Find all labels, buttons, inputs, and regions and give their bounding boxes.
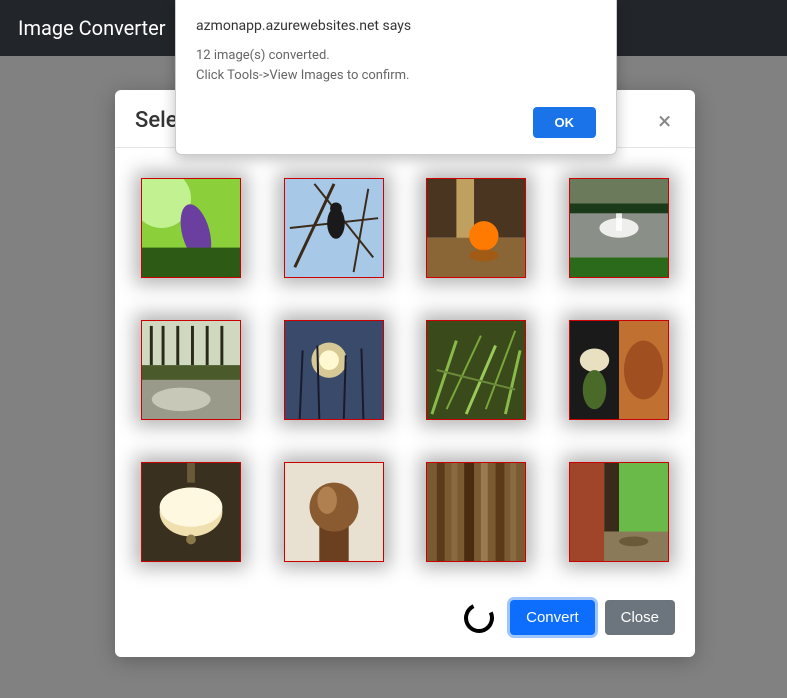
modal-body (115, 148, 695, 582)
spinner-icon (460, 598, 498, 636)
thumbnail-sunset-reeds[interactable] (284, 320, 384, 420)
thumbnail-fountain-park[interactable] (569, 178, 669, 278)
image-icon (570, 179, 668, 277)
close-button[interactable]: Close (605, 600, 675, 635)
alert-line1: 12 image(s) converted. (196, 46, 596, 66)
thumbnail-banister-knob[interactable] (284, 462, 384, 562)
thumbnail-grid (135, 178, 675, 562)
image-icon (427, 321, 525, 419)
image-icon (570, 463, 668, 561)
modal-title: Sele (135, 108, 178, 133)
image-icon (285, 179, 383, 277)
thumbnail-orange-table[interactable] (426, 178, 526, 278)
image-icon (142, 321, 240, 419)
app-title: Image Converter (18, 16, 165, 40)
modal-close-button[interactable]: × (654, 109, 675, 133)
alert-ok-button[interactable]: OK (533, 107, 597, 138)
thumbnail-forest-stream[interactable] (141, 320, 241, 420)
modal-footer: Convert Close (115, 582, 695, 657)
image-icon (570, 321, 668, 419)
thumbnail-grass-closeup[interactable] (426, 320, 526, 420)
image-icon (285, 463, 383, 561)
image-icon (285, 321, 383, 419)
alert-message: 12 image(s) converted. Click Tools->View… (196, 46, 596, 85)
thumbnail-bird-branches[interactable] (284, 178, 384, 278)
image-icon (427, 463, 525, 561)
thumbnail-food-dish[interactable] (569, 320, 669, 420)
alert-line2: Click Tools->View Images to confirm. (196, 66, 596, 86)
thumbnail-lamp-ceiling[interactable] (141, 462, 241, 562)
image-icon (427, 179, 525, 277)
convert-button[interactable]: Convert (510, 600, 595, 635)
image-select-modal: Sele × (115, 90, 695, 657)
thumbnail-wood-books[interactable] (426, 462, 526, 562)
browser-alert: azmonapp.azurewebsites.net says 12 image… (175, 0, 617, 155)
image-icon (142, 179, 240, 277)
alert-origin: azmonapp.azurewebsites.net says (196, 18, 596, 34)
thumbnail-lizard-wall[interactable] (569, 462, 669, 562)
image-icon (142, 463, 240, 561)
alert-actions: OK (196, 107, 596, 138)
thumbnail-flower-purple[interactable] (141, 178, 241, 278)
